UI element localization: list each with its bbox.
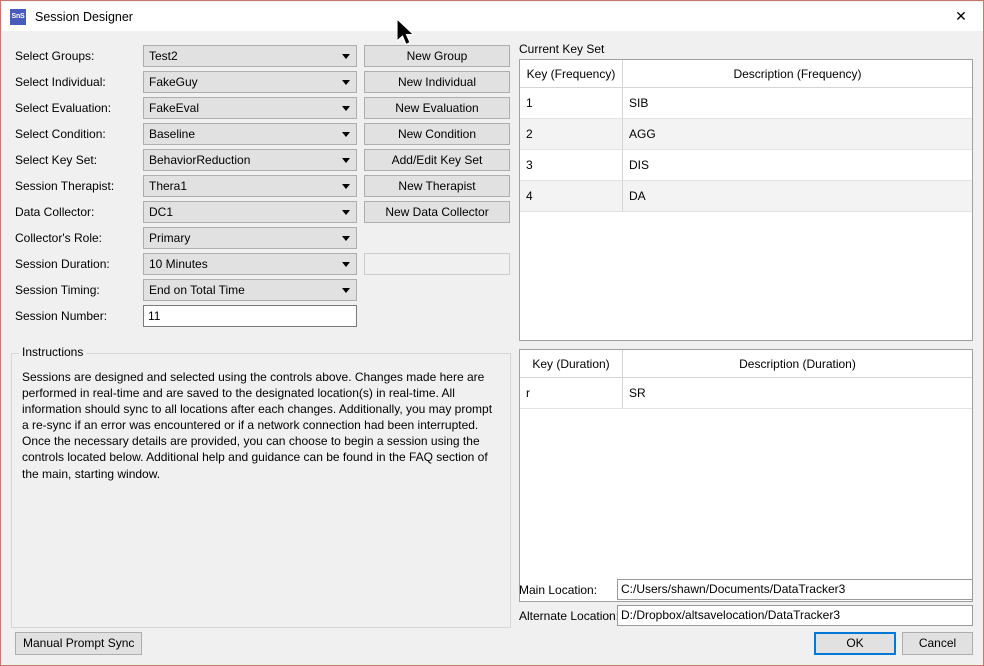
dropdown-value-2: FakeEval xyxy=(149,101,199,115)
instructions-title: Instructions xyxy=(19,345,86,359)
dropdown-value-8: 10 Minutes xyxy=(149,257,208,271)
duration-description-header: Description (Duration) xyxy=(623,350,973,378)
manual-prompt-sync-button[interactable]: Manual Prompt Sync xyxy=(15,632,142,655)
form-label-2: Select Evaluation: xyxy=(15,101,111,115)
dropdown-0[interactable]: Test2 xyxy=(143,45,357,67)
chevron-down-icon xyxy=(342,184,350,189)
frequency-description-header: Description (Frequency) xyxy=(623,60,973,88)
chevron-down-icon xyxy=(342,158,350,163)
table-header-row: Key (Frequency) Description (Frequency) xyxy=(520,60,972,88)
cancel-button[interactable]: Cancel xyxy=(902,632,973,655)
session-designer-window: SnS Session Designer ✕ Select Groups: Tes… xyxy=(0,0,984,666)
form-label-4: Select Key Set: xyxy=(15,153,97,167)
frequency-grid: Key (Frequency) Description (Frequency) … xyxy=(520,60,972,212)
action-button-1[interactable]: New Individual xyxy=(364,71,510,93)
action-button-3[interactable]: New Condition xyxy=(364,123,510,145)
chevron-down-icon xyxy=(342,210,350,215)
action-button-0[interactable]: New Group xyxy=(364,45,510,67)
form-label-5: Session Therapist: xyxy=(15,179,114,193)
dropdown-6[interactable]: DC1 xyxy=(143,201,357,223)
table-header-row: Key (Duration) Description (Duration) xyxy=(520,350,972,378)
dropdown-value-1: FakeGuy xyxy=(149,75,198,89)
dropdown-value-3: Baseline xyxy=(149,127,195,141)
table-row[interactable]: 3DIS xyxy=(520,150,972,181)
dropdown-9[interactable]: End on Total Time xyxy=(143,279,357,301)
table-row[interactable]: 1SIB xyxy=(520,88,972,119)
dropdown-2[interactable]: FakeEval xyxy=(143,97,357,119)
frequency-key-cell: 1 xyxy=(520,88,623,119)
frequency-key-cell: 3 xyxy=(520,150,623,181)
chevron-down-icon xyxy=(342,262,350,267)
form-label-3: Select Condition: xyxy=(15,127,106,141)
window-content: Select Groups: Test2 New Group Select Indiv… xyxy=(2,31,984,666)
table-row[interactable]: 4DA xyxy=(520,181,972,212)
frequency-description-cell: SIB xyxy=(623,88,973,119)
table-row[interactable]: 2AGG xyxy=(520,119,972,150)
alternate-location-label: Alternate Location: xyxy=(519,609,619,623)
frequency-key-cell: 4 xyxy=(520,181,623,212)
form-label-1: Select Individual: xyxy=(15,75,106,89)
current-key-set-label: Current Key Set xyxy=(519,42,604,56)
frequency-key-table[interactable]: Key (Frequency) Description (Frequency) … xyxy=(519,59,973,341)
table-row[interactable]: rSR xyxy=(520,378,972,409)
duration-key-header: Key (Duration) xyxy=(520,350,623,378)
dropdown-1[interactable]: FakeGuy xyxy=(143,71,357,93)
dropdown-value-4: BehaviorReduction xyxy=(149,153,250,167)
instructions-text: Sessions are designed and selected using… xyxy=(22,369,502,482)
form-label-0: Select Groups: xyxy=(15,49,94,63)
action-button-6[interactable]: New Data Collector xyxy=(364,201,510,223)
form-label-7: Collector's Role: xyxy=(15,231,102,245)
chevron-down-icon xyxy=(342,54,350,59)
alternate-location-input[interactable]: D:/Dropbox/altsavelocation/DataTracker3 xyxy=(617,605,973,626)
app-icon: SnS xyxy=(10,9,26,25)
chevron-down-icon xyxy=(342,132,350,137)
action-button-5[interactable]: New Therapist xyxy=(364,175,510,197)
form-label-8: Session Duration: xyxy=(15,257,110,271)
dropdown-4[interactable]: BehaviorReduction xyxy=(143,149,357,171)
session-number-input[interactable]: 11 xyxy=(143,305,357,327)
frequency-key-header: Key (Frequency) xyxy=(520,60,623,88)
form-label-10: Session Number: xyxy=(15,309,107,323)
action-button-2[interactable]: New Evaluation xyxy=(364,97,510,119)
dropdown-3[interactable]: Baseline xyxy=(143,123,357,145)
main-location-label: Main Location: xyxy=(519,583,597,597)
dropdown-value-6: DC1 xyxy=(149,205,173,219)
duration-description-cell: SR xyxy=(623,378,973,409)
dropdown-5[interactable]: Thera1 xyxy=(143,175,357,197)
chevron-down-icon xyxy=(342,106,350,111)
frequency-description-cell: DA xyxy=(623,181,973,212)
main-location-input[interactable]: C:/Users/shawn/Documents/DataTracker3 xyxy=(617,579,973,600)
duration-key-cell: r xyxy=(520,378,623,409)
frequency-key-cell: 2 xyxy=(520,119,623,150)
ok-button[interactable]: OK xyxy=(814,632,896,655)
duration-grid: Key (Duration) Description (Duration) rS… xyxy=(520,350,972,409)
form-label-6: Data Collector: xyxy=(15,205,94,219)
dropdown-value-7: Primary xyxy=(149,231,190,245)
frequency-description-cell: AGG xyxy=(623,119,973,150)
dropdown-8[interactable]: 10 Minutes xyxy=(143,253,357,275)
close-icon[interactable]: ✕ xyxy=(938,2,984,31)
action-button-4[interactable]: Add/Edit Key Set xyxy=(364,149,510,171)
dropdown-value-9: End on Total Time xyxy=(149,283,245,297)
duration-key-table[interactable]: Key (Duration) Description (Duration) rS… xyxy=(519,349,973,602)
chevron-down-icon xyxy=(342,288,350,293)
window-title: Session Designer xyxy=(35,10,133,24)
frequency-description-cell: DIS xyxy=(623,150,973,181)
duration-custom-field[interactable] xyxy=(364,253,510,275)
dropdown-7[interactable]: Primary xyxy=(143,227,357,249)
chevron-down-icon xyxy=(342,80,350,85)
dropdown-value-0: Test2 xyxy=(149,49,178,63)
chevron-down-icon xyxy=(342,236,350,241)
title-bar: SnS Session Designer ✕ xyxy=(2,2,984,31)
dropdown-value-5: Thera1 xyxy=(149,179,187,193)
form-label-9: Session Timing: xyxy=(15,283,100,297)
